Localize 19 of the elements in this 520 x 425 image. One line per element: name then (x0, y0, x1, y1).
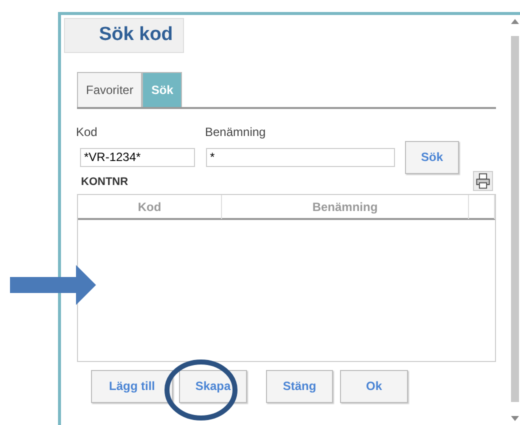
search-button[interactable]: Sök (405, 140, 459, 174)
action-button[interactable]: Ok (340, 370, 408, 402)
action-button[interactable]: Stäng (266, 370, 333, 402)
scroll-down-icon[interactable] (511, 416, 519, 421)
tab[interactable]: Sök (142, 72, 182, 106)
column-header: Kod (78, 194, 222, 218)
input-field[interactable]: *VR-1234* (80, 148, 195, 166)
print-icon[interactable] (473, 170, 493, 190)
action-button[interactable]: Lägg till (91, 370, 173, 402)
field-label: Kod (76, 124, 98, 140)
column-header: Benämning (222, 194, 469, 218)
input-field[interactable]: * (206, 148, 395, 166)
tab[interactable]: Favoriter (77, 72, 142, 106)
scroll-up-icon[interactable] (511, 19, 519, 24)
action-button[interactable]: Skapa (179, 370, 247, 402)
field-label: Benämning (205, 124, 267, 140)
scrollbar-thumb[interactable] (511, 36, 519, 402)
section-label: KONTNR (81, 175, 128, 190)
dialog-title: Sök kod (64, 18, 184, 52)
